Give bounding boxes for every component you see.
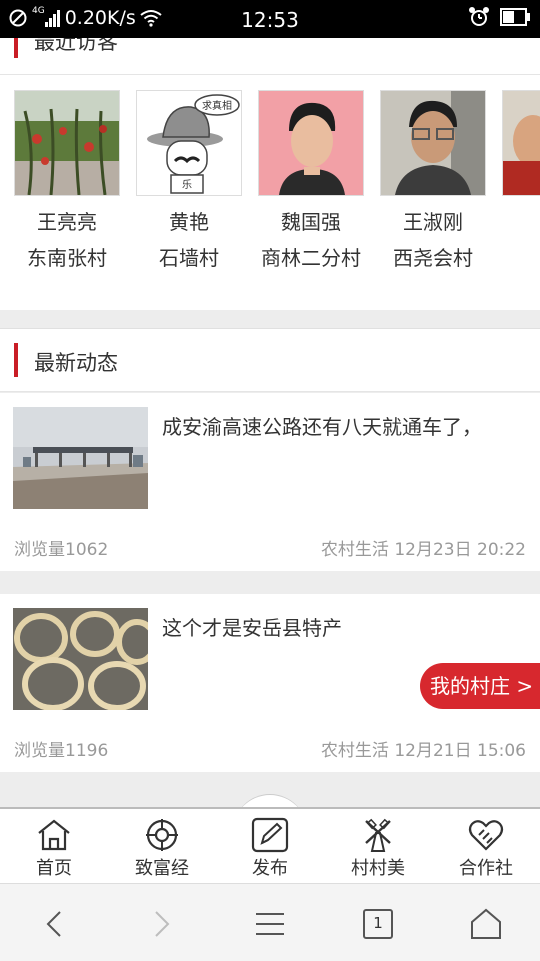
- windmill-icon: [365, 818, 391, 852]
- post-meta: 农村生活 12月23日 20:22: [320, 540, 526, 560]
- nav-label: 发布: [252, 858, 288, 879]
- post-meta: 农村生活 12月21日 15:06: [320, 741, 526, 761]
- battery-icon: [500, 8, 530, 26]
- post-views: 浏览量1196: [14, 741, 109, 761]
- my-village-button[interactable]: 我的村庄 >: [420, 663, 540, 709]
- back-icon[interactable]: [34, 904, 74, 944]
- feed-post[interactable]: 成安渝高速公路还有八天就通车了， 浏览量1062 农村生活 12月23日 20:…: [0, 393, 540, 571]
- target-icon: [146, 819, 178, 851]
- visitor-name: 李: [494, 210, 540, 234]
- forward-icon[interactable]: [142, 904, 182, 944]
- visitor-card[interactable]: 王淑刚 西尧会村: [372, 90, 494, 270]
- nav-label: 村村美: [351, 858, 405, 879]
- bottom-nav: 首页 致富经 发布 村村美 合作社: [0, 807, 540, 885]
- post-thumbnail[interactable]: [13, 407, 148, 509]
- nav-item-beautiful-village[interactable]: 村村美: [324, 809, 432, 885]
- visitor-name: 魏国强: [281, 210, 341, 234]
- visitor-village: 城: [494, 246, 540, 270]
- home-icon: [38, 819, 70, 851]
- avatar[interactable]: 求真相 乐: [136, 90, 242, 196]
- section-accent-bar: [14, 38, 18, 58]
- visitor-name: 黄艳: [169, 210, 209, 234]
- recent-visitors-section: 最近访客 王亮亮 东南张村 求真相 乐 黄艳 石墙村 魏国强 商林二分村 王淑刚…: [0, 38, 540, 310]
- visitor-village: 西尧会村: [393, 246, 473, 270]
- visitor-name: 王淑刚: [403, 210, 463, 234]
- nav-item-home[interactable]: 首页: [0, 809, 108, 885]
- section-accent-bar: [14, 343, 18, 377]
- visitor-card[interactable]: 魏国强 商林二分村: [250, 90, 372, 270]
- nav-label: 首页: [36, 858, 72, 879]
- post-title[interactable]: 成安渝高速公路还有八天就通车了，: [162, 411, 522, 440]
- visitor-name: 王亮亮: [37, 210, 97, 234]
- avatar-shirt-text: 乐: [182, 179, 192, 191]
- avatar[interactable]: [258, 90, 364, 196]
- visitor-village: 石墙村: [159, 246, 219, 270]
- home-icon[interactable]: [466, 904, 506, 944]
- edit-icon: [251, 817, 289, 853]
- avatar[interactable]: [14, 90, 120, 196]
- avatar[interactable]: [380, 90, 486, 196]
- visitor-card[interactable]: 李 城: [494, 90, 540, 270]
- visitors-header: 最近访客: [0, 38, 540, 75]
- visitors-title: 最近访客: [34, 38, 118, 54]
- nav-item-wealth[interactable]: 致富经: [108, 809, 216, 885]
- visitor-card[interactable]: 王亮亮 东南张村: [6, 90, 128, 270]
- avatar-badge-text: 求真相: [202, 99, 232, 112]
- nav-item-publish[interactable]: 发布: [216, 809, 324, 885]
- post-views: 浏览量1062: [14, 540, 109, 560]
- clock: 12:53: [241, 8, 299, 32]
- tab-count: 1: [373, 914, 383, 932]
- tabs-button[interactable]: 1: [358, 904, 398, 944]
- status-bar: 4G 0.20K/s 12:53: [0, 0, 540, 38]
- visitor-village: 商林二分村: [261, 246, 361, 270]
- visitor-village: 东南张村: [27, 246, 107, 270]
- menu-icon[interactable]: [250, 904, 290, 944]
- visitor-card[interactable]: 求真相 乐 黄艳 石墙村: [128, 90, 250, 270]
- browser-toolbar: 1: [0, 883, 540, 961]
- nav-item-cooperative[interactable]: 合作社: [432, 809, 540, 885]
- alarm-icon: [469, 7, 489, 26]
- latest-updates-header: 最新动态: [0, 328, 540, 392]
- post-title[interactable]: 这个才是安岳县特产: [162, 612, 522, 641]
- nav-label: 致富经: [135, 858, 189, 879]
- post-thumbnail[interactable]: [13, 608, 148, 710]
- nav-label: 合作社: [459, 858, 513, 879]
- latest-updates-title: 最新动态: [34, 351, 118, 375]
- handshake-icon: [468, 820, 504, 851]
- avatar[interactable]: [502, 90, 540, 196]
